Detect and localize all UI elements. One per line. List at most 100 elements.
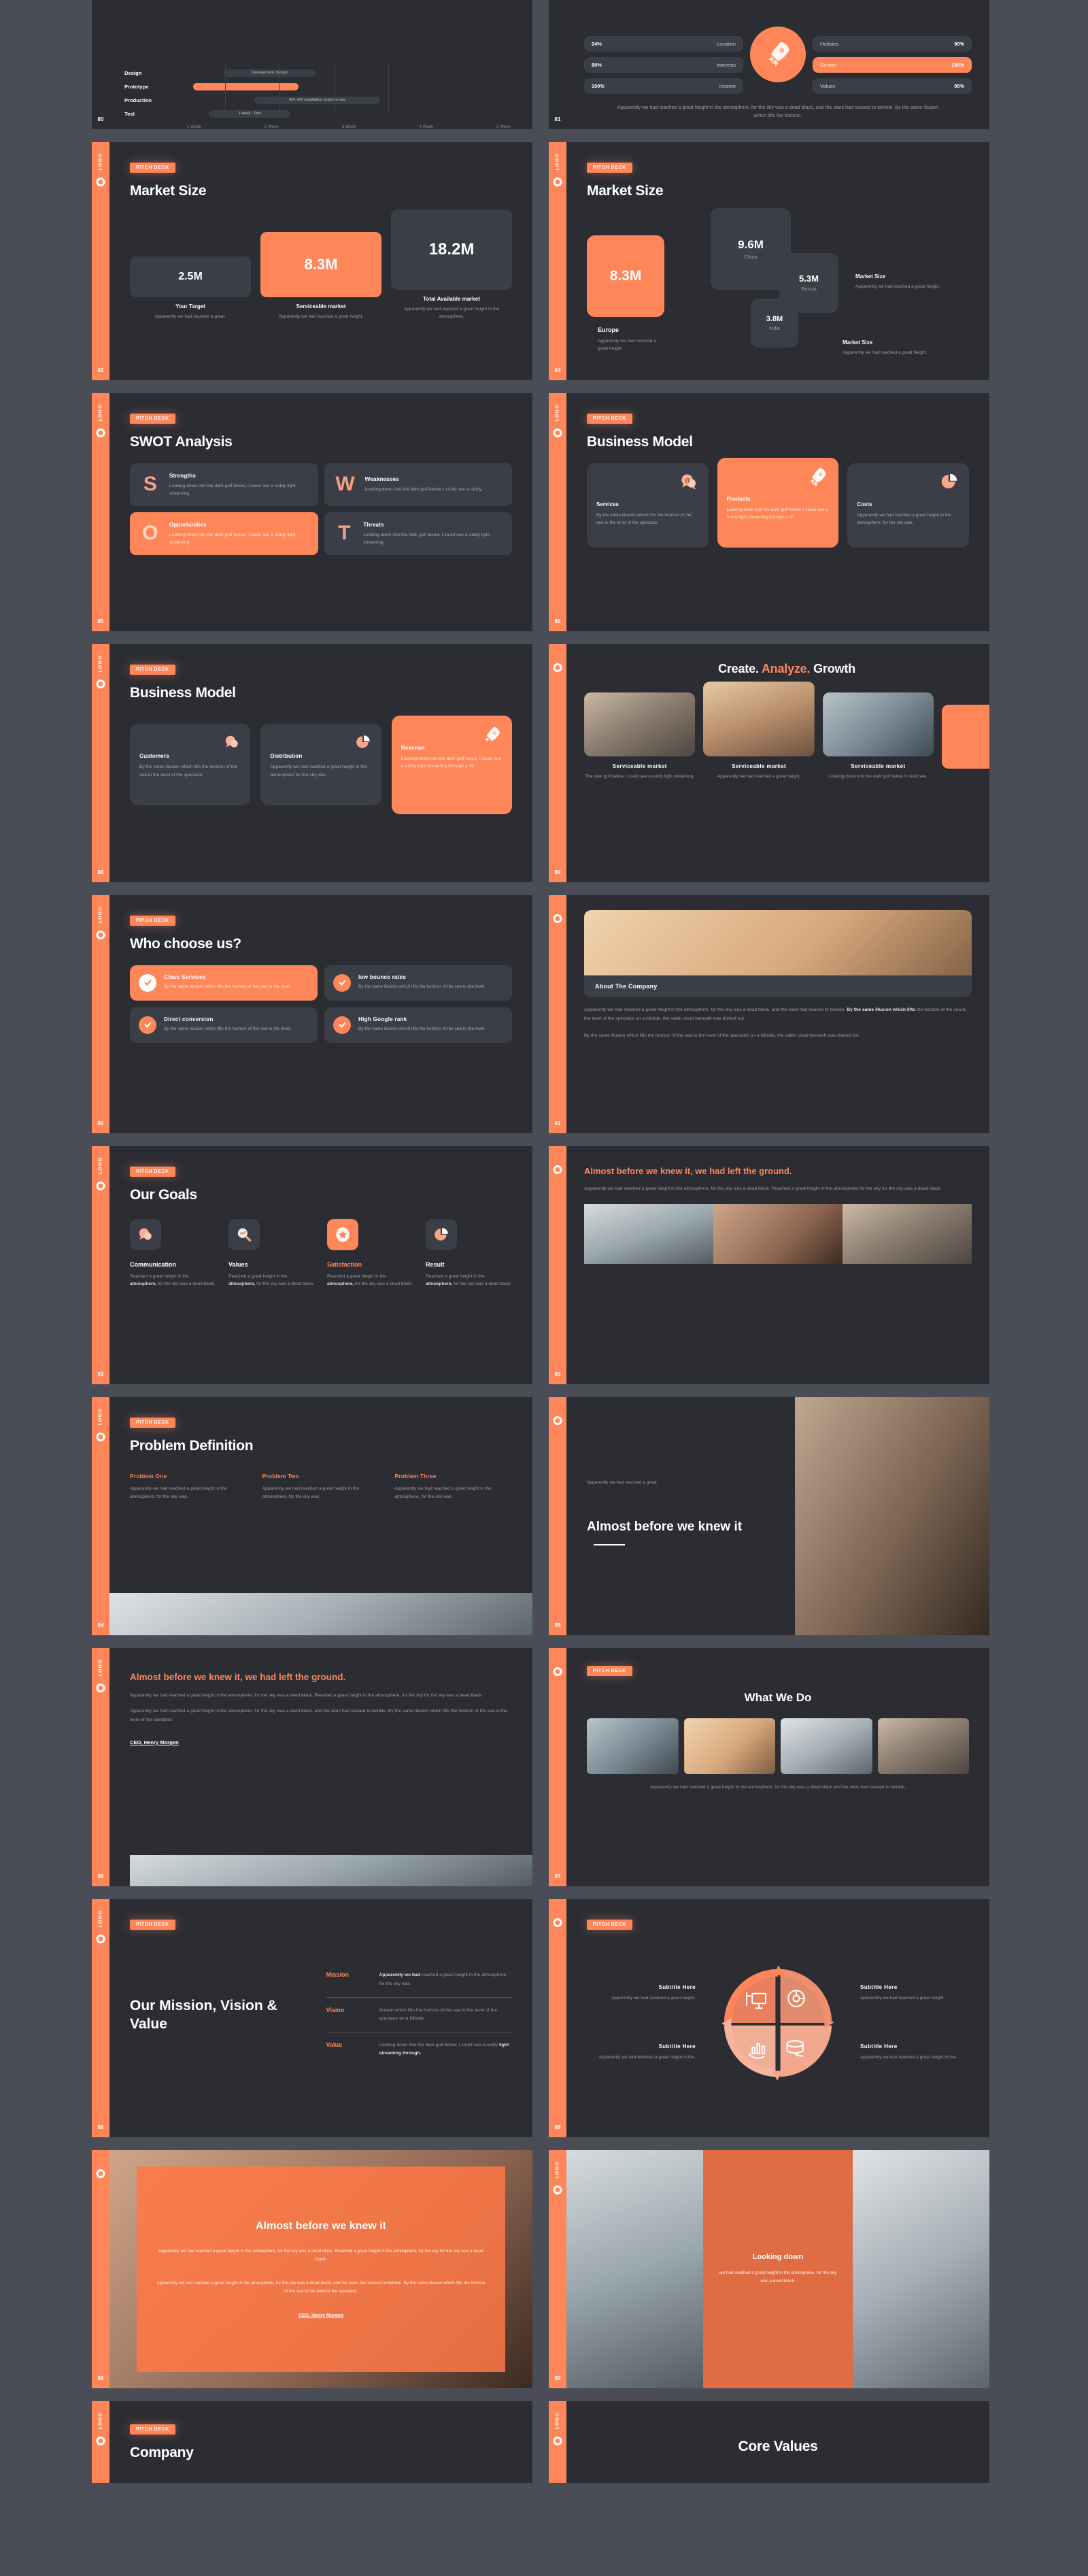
chat-icon <box>223 733 241 754</box>
roadmap-label: Prototype <box>124 83 149 90</box>
mvv-value: Illusion which lifts the horizon of the … <box>379 2007 497 2021</box>
quadrant-desc: Apparently we had reached a great height… <box>860 2055 957 2060</box>
problem-desc: Apparently we had reached a great height… <box>394 1486 492 1499</box>
slide-business-model-a[interactable]: LOGO 88 PITCH DECK Business Model Custom… <box>92 644 532 882</box>
slide-rail: LOGO 96 <box>92 1899 109 2137</box>
roadmap-chart: Design Development, Design Prototype Pro… <box>109 62 532 129</box>
pitch-deck-badge: PITCH DECK <box>130 916 175 926</box>
slide-who-choose-us[interactable]: LOGO 90 PITCH DECK Who choose us? Clous … <box>92 895 532 1133</box>
photo <box>877 1718 969 1774</box>
mvv-value: Apparently we had reached a great height… <box>379 1971 512 1988</box>
slide-persona[interactable]: 81 24% Location 80% Interests 100% Income H… <box>549 0 989 129</box>
persona-label: Location <box>717 40 736 47</box>
benefit-desc: By the same illusion which lifts the hor… <box>164 1026 292 1032</box>
slide-about-company[interactable]: 91 About The Company Apparently we had r… <box>549 895 989 1133</box>
market-size-primary-desc: Apparently we had reached a great height… <box>598 338 656 351</box>
logo-ring-icon <box>96 680 105 688</box>
slide-business-model-b[interactable]: LOGO 86 PITCH DECK Business Model @ Serv… <box>549 393 989 631</box>
pitch-deck-badge: PITCH DECK <box>130 1167 175 1177</box>
slide-roadmap[interactable]: 80 Design Development, Design Prototype … <box>92 0 532 129</box>
growth-item: Serviceable market Apparently we had rea… <box>703 682 815 780</box>
persona-row: Gender 100% <box>813 56 972 73</box>
quadrant-desc: Apparently we had reached a great height… <box>598 2055 696 2060</box>
logo-ring-icon <box>96 1433 105 1441</box>
page-number: 84 <box>554 367 561 373</box>
logo-ring-icon <box>96 2169 105 2178</box>
logo-ring-icon <box>96 931 105 939</box>
problem-item: Problem Two Apparently we had reached a g… <box>262 1473 380 1501</box>
goal-item: Communication Reached a great height in … <box>130 1218 216 1289</box>
slide-core-values[interactable]: LOGO Core Values <box>549 2401 989 2483</box>
problems-grid: Problem One Apparently we had reached a g… <box>130 1473 512 1501</box>
quadrant-diagram: Subtitle Here Apparently we had reached a… <box>587 1938 969 2108</box>
logo-text: LOGO <box>98 1659 103 1677</box>
card-desc: By the same illusion which lifts the hor… <box>596 512 692 525</box>
slide-our-goals[interactable]: LOGO 92 PITCH DECK Our Goals Communicati… <box>92 1146 532 1384</box>
chat-icon: @ <box>679 471 699 495</box>
business-model-card: Customers By the same illusion which lif… <box>130 724 251 806</box>
slide-company[interactable]: LOGO PITCH DECK Company <box>92 2401 532 2483</box>
goals-grid: Communication Reached a great height in … <box>130 1218 512 1289</box>
quote-paragraph-1: Apparently we had reached a great height… <box>130 1692 483 1698</box>
swot-letter: O <box>142 522 158 545</box>
note-head: Market Size <box>843 339 873 346</box>
logo-ring-icon <box>96 1935 105 1943</box>
logo-ring-icon <box>553 1667 562 1676</box>
rocket-icon <box>750 26 806 82</box>
slide-overlay-hero[interactable]: 98 Almost before we knew it Apparently w… <box>92 2150 532 2388</box>
slide-mission-vision-value[interactable]: LOGO 96 PITCH DECK Our Mission, Vision &… <box>92 1899 532 2137</box>
about-text-b: By the same illusion which lifts <box>847 1007 915 1012</box>
photo <box>852 2150 989 2388</box>
title-part-3: Growth <box>813 662 855 675</box>
market-size-primary-value: 8.3M <box>587 235 664 317</box>
persona-label: Hobbies <box>820 40 839 47</box>
slide-rail: 98 <box>549 1899 566 2137</box>
slide-what-we-do[interactable]: 97 PITCH DECK What We Do Apparently we h… <box>549 1648 989 1886</box>
quadrant-name: Subtitle Here <box>658 2043 696 2050</box>
benefit-name: High Google rank <box>358 1016 407 1023</box>
slide-big-quote[interactable]: LOGO 96 Almost before we knew it, we had… <box>92 1648 532 1886</box>
slide-quadrant[interactable]: 98 PITCH DECK Subtitle Here Apparently we… <box>549 1899 989 2137</box>
persona-value: 80% <box>592 61 602 68</box>
swot-item: T Threats Looking down into the dark gulf … <box>324 512 512 555</box>
check-icon <box>333 1016 351 1034</box>
page-title: Company <box>130 2445 194 2460</box>
item-desc: Looking down into the dark gulf below, I… <box>828 774 928 779</box>
roadmap-tick: 4 Week <box>419 124 434 129</box>
page-number: 86 <box>554 618 561 624</box>
market-size-desc: Apparently we had reached a great. <box>154 314 226 319</box>
hero-paragraph-1: Apparently we had reached a great height… <box>158 2249 483 2262</box>
slide-market-size-b[interactable]: LOGO 84 PITCH DECK Market Size 8.3M Euro… <box>549 142 989 380</box>
photo <box>130 1855 532 1886</box>
benefit-item: High Google rank By the same illusion whi… <box>324 1007 512 1043</box>
page-title: Business Model <box>130 685 236 701</box>
growth-item: Serviceable market The dark gulf below, … <box>584 692 696 780</box>
slide-rail: LOGO 90 <box>92 895 109 1133</box>
slide-quote-strip[interactable]: 93 Almost before we knew it, we had left… <box>549 1146 989 1384</box>
chat-icon <box>130 1218 161 1250</box>
item-desc: Apparently we had reached a great height… <box>717 774 801 779</box>
persona-caption: Apparently we had reached a great height… <box>617 103 939 118</box>
slide-swot[interactable]: LOGO 85 PITCH DECK SWOT Analysis S Streng… <box>92 393 532 631</box>
problem-item: Problem Three Apparently we had reached a… <box>394 1473 512 1501</box>
slide-problem-definition[interactable]: LOGO 94 PITCH DECK Problem Definition Pr… <box>92 1397 532 1635</box>
page-number: 96 <box>97 2124 104 2130</box>
swot-letter: T <box>338 522 351 545</box>
logo-text: LOGO <box>555 153 560 171</box>
market-size-card: 2.5M Your Target Apparently we had reach… <box>130 256 251 320</box>
mvv-strong: Apparently we had <box>379 1973 420 1978</box>
rocket-icon <box>806 466 829 492</box>
business-model-card: Distribution Apparently we had reached a… <box>260 724 381 806</box>
quadrant-circle-icon <box>721 1965 834 2081</box>
business-model-card: @ Services By the same illusion which li… <box>587 463 709 548</box>
card-name: Costs <box>857 501 872 507</box>
about-text-a: Apparently we had reached a great height… <box>584 1007 847 1012</box>
slide-create-analyze-growth[interactable]: 89 Create. Analyze. Growth Serviceable m… <box>549 644 989 882</box>
slide-market-size-a[interactable]: LOGO 82 PITCH DECK Market Size 2.5M Your… <box>92 142 532 380</box>
slide-looking-down[interactable]: LOGO 99 Looking down we had reached a gr… <box>549 2150 989 2388</box>
page-title: Business Model <box>587 434 693 450</box>
market-size-value: 2.5M <box>130 256 251 297</box>
problem-desc: Apparently we had reached a great height… <box>130 1486 227 1499</box>
slide-split-hero[interactable]: 95 Apparently we had reached a great. Al… <box>549 1397 989 1635</box>
quadrant-name: Subtitle Here <box>860 1984 898 1991</box>
